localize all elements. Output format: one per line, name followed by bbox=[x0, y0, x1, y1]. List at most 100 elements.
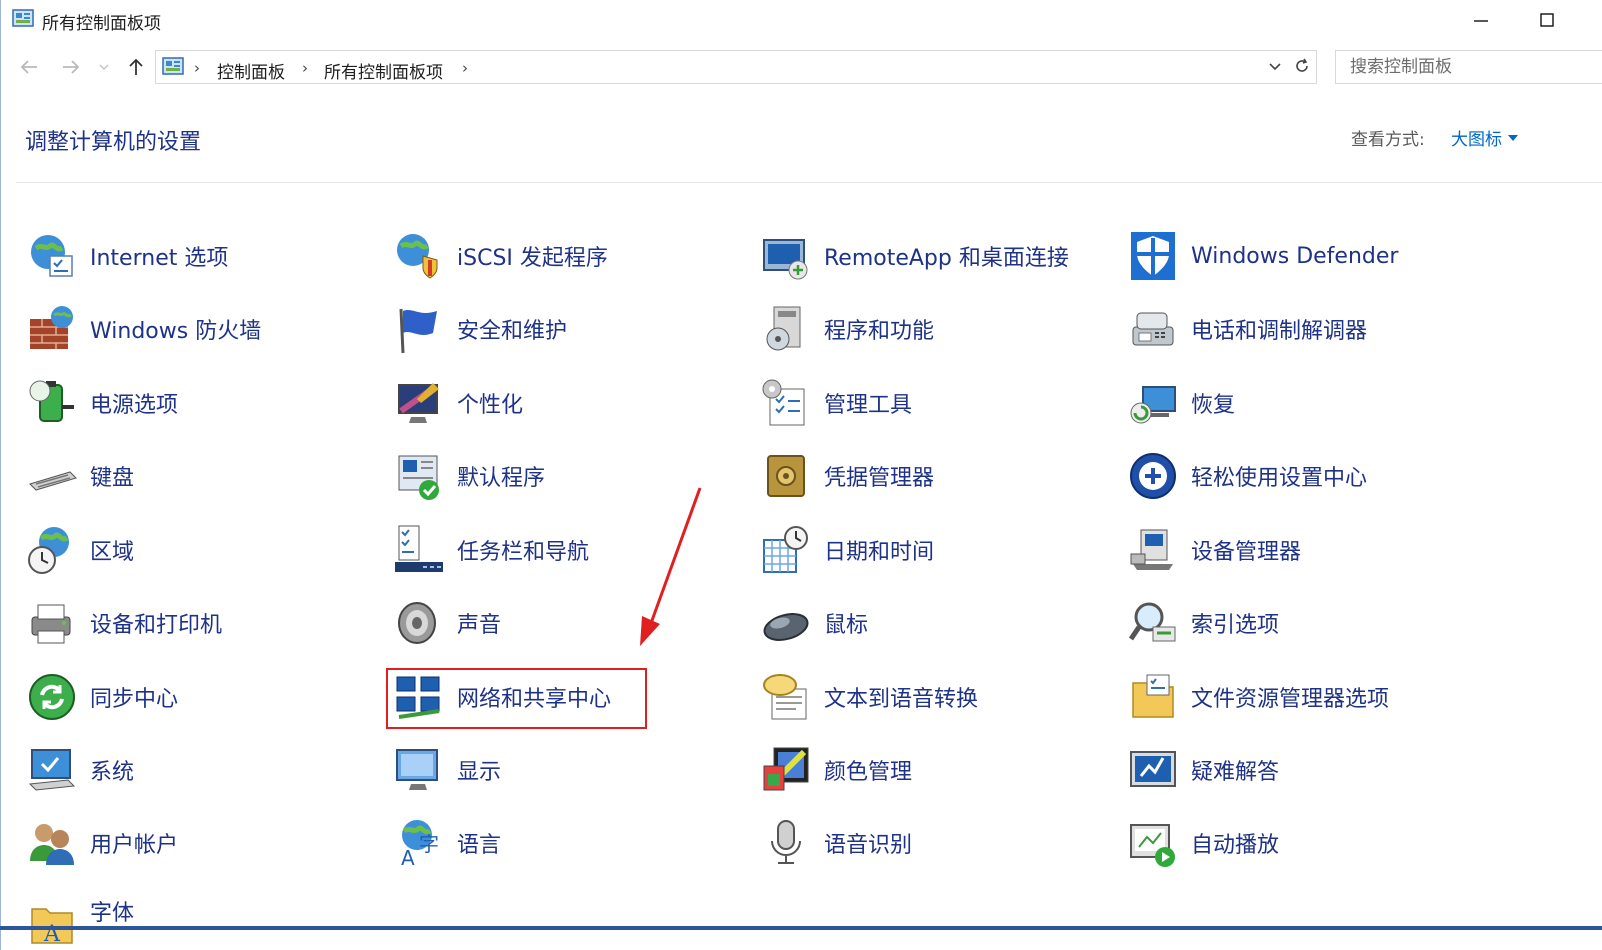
search-input[interactable] bbox=[1348, 56, 1592, 78]
cp-item-region[interactable]: 区域 bbox=[26, 518, 134, 582]
item-label[interactable]: 设备管理器 bbox=[1191, 534, 1301, 566]
item-label[interactable]: 程序和功能 bbox=[824, 313, 934, 345]
phone-modem-icon bbox=[1127, 303, 1179, 355]
item-label[interactable]: Windows 防火墙 bbox=[90, 313, 261, 345]
cp-item-devices-printers[interactable]: 设备和打印机 bbox=[26, 591, 222, 655]
cp-item-text-to-speech[interactable]: 文本到语音转换 bbox=[760, 665, 978, 729]
item-label[interactable]: 日期和时间 bbox=[824, 534, 934, 566]
item-label[interactable]: 鼠标 bbox=[824, 607, 868, 639]
item-label[interactable]: 颜色管理 bbox=[824, 754, 912, 786]
display-icon bbox=[393, 744, 445, 796]
cp-item-security-maintenance-flag[interactable]: 安全和维护 bbox=[393, 297, 567, 361]
breadcrumb-separator[interactable]: › bbox=[462, 59, 468, 77]
breadcrumb-separator[interactable]: › bbox=[194, 59, 200, 77]
item-label[interactable]: RemoteApp 和桌面连接 bbox=[824, 240, 1069, 272]
cp-item-iscsi-initiator[interactable]: iSCSI 发起程序 bbox=[393, 224, 608, 288]
personalization-icon bbox=[393, 377, 445, 429]
cp-item-remoteapp[interactable]: RemoteApp 和桌面连接 bbox=[760, 224, 1069, 288]
item-label[interactable]: 索引选项 bbox=[1191, 607, 1279, 639]
item-label[interactable]: 文件资源管理器选项 bbox=[1191, 681, 1389, 713]
item-label[interactable]: 字体 bbox=[90, 895, 134, 927]
cp-item-sound[interactable]: 声音 bbox=[393, 591, 501, 655]
cp-item-display[interactable]: 显示 bbox=[393, 738, 501, 802]
item-label[interactable]: 语音识别 bbox=[824, 827, 912, 859]
cp-item-phone-modem[interactable]: 电话和调制解调器 bbox=[1127, 297, 1367, 361]
chevron-down-icon bbox=[1268, 62, 1282, 72]
cp-item-recovery[interactable]: 恢复 bbox=[1127, 371, 1235, 435]
item-label[interactable]: 个性化 bbox=[457, 387, 523, 419]
item-label[interactable]: Internet 选项 bbox=[90, 240, 228, 272]
minimize-button[interactable] bbox=[1458, 0, 1504, 40]
cp-item-user-accounts[interactable]: 用户帐户 bbox=[26, 811, 178, 875]
item-label[interactable]: 语言 bbox=[457, 827, 501, 859]
cp-item-admin-tools[interactable]: 管理工具 bbox=[760, 371, 912, 435]
speech-recognition-icon bbox=[760, 817, 812, 869]
item-label[interactable]: 同步中心 bbox=[90, 681, 178, 713]
view-by-label: 查看方式: bbox=[1351, 125, 1425, 150]
item-label[interactable]: 自动播放 bbox=[1191, 827, 1279, 859]
item-label[interactable]: 显示 bbox=[457, 754, 501, 786]
cp-item-internet-options[interactable]: Internet 选项 bbox=[26, 224, 228, 288]
item-label[interactable]: 轻松使用设置中心 bbox=[1191, 460, 1367, 492]
item-label[interactable]: 文本到语音转换 bbox=[824, 681, 978, 713]
item-label[interactable]: 凭据管理器 bbox=[824, 460, 934, 492]
cp-item-troubleshooting[interactable]: 疑难解答 bbox=[1127, 738, 1279, 802]
item-label[interactable]: 默认程序 bbox=[457, 460, 545, 492]
search-box[interactable] bbox=[1335, 50, 1602, 84]
item-label[interactable]: Windows Defender bbox=[1191, 244, 1398, 269]
cp-item-device-manager[interactable]: 设备管理器 bbox=[1127, 518, 1301, 582]
cp-item-indexing-options[interactable]: 索引选项 bbox=[1127, 591, 1279, 655]
cp-item-keyboard[interactable]: 键盘 bbox=[26, 444, 134, 508]
back-button[interactable] bbox=[14, 52, 44, 82]
recent-locations-button[interactable] bbox=[92, 52, 116, 82]
address-bar[interactable]: › 控制面板 › 所有控制面板项 › bbox=[155, 50, 1317, 84]
cp-item-file-explorer-options[interactable]: 文件资源管理器选项 bbox=[1127, 665, 1389, 729]
cp-item-sync-center[interactable]: 同步中心 bbox=[26, 665, 178, 729]
breadcrumb-all-items[interactable]: 所有控制面板项 bbox=[324, 58, 443, 83]
item-label[interactable]: 任务栏和导航 bbox=[457, 534, 589, 566]
keyboard-icon bbox=[26, 450, 78, 502]
programs-features-icon bbox=[760, 303, 812, 355]
item-label[interactable]: 用户帐户 bbox=[90, 827, 178, 859]
cp-item-date-time[interactable]: 日期和时间 bbox=[760, 518, 934, 582]
item-label[interactable]: 管理工具 bbox=[824, 387, 912, 419]
item-label[interactable]: iSCSI 发起程序 bbox=[457, 240, 608, 272]
item-label[interactable]: 区域 bbox=[90, 534, 134, 566]
view-by-value[interactable]: 大图标 bbox=[1451, 125, 1502, 150]
item-label[interactable]: 电话和调制解调器 bbox=[1191, 313, 1367, 345]
cp-item-firewall[interactable]: Windows 防火墙 bbox=[26, 297, 261, 361]
cp-item-default-programs[interactable]: 默认程序 bbox=[393, 444, 545, 508]
item-label[interactable]: 系统 bbox=[90, 754, 134, 786]
cp-item-speech-recognition[interactable]: 语音识别 bbox=[760, 811, 912, 875]
cp-item-windows-defender[interactable]: Windows Defender bbox=[1127, 224, 1398, 288]
item-label[interactable]: 设备和打印机 bbox=[90, 607, 222, 639]
breadcrumb-control-panel[interactable]: 控制面板 bbox=[217, 58, 285, 83]
item-label[interactable]: 键盘 bbox=[90, 460, 134, 492]
cp-item-power-options[interactable]: 电源选项 bbox=[26, 371, 178, 435]
item-label[interactable]: 电源选项 bbox=[90, 387, 178, 419]
cp-item-personalization[interactable]: 个性化 bbox=[393, 371, 523, 435]
item-label[interactable]: 恢复 bbox=[1191, 387, 1235, 419]
cp-item-system[interactable]: 系统 bbox=[26, 738, 134, 802]
item-label[interactable]: 疑难解答 bbox=[1191, 754, 1279, 786]
breadcrumb-separator[interactable]: › bbox=[302, 59, 308, 77]
cp-item-mouse[interactable]: 鼠标 bbox=[760, 591, 868, 655]
refresh-button[interactable] bbox=[1289, 54, 1315, 80]
cp-item-ease-of-access[interactable]: 轻松使用设置中心 bbox=[1127, 444, 1367, 508]
forward-button[interactable] bbox=[56, 52, 86, 82]
item-label[interactable]: 安全和维护 bbox=[457, 313, 567, 345]
cp-item-language[interactable]: A字语言 bbox=[393, 811, 501, 875]
cp-item-credential-manager[interactable]: 凭据管理器 bbox=[760, 444, 934, 508]
view-by-dropdown[interactable]: 大图标 bbox=[1451, 125, 1518, 150]
indexing-options-icon bbox=[1127, 597, 1179, 649]
up-button[interactable] bbox=[121, 52, 151, 82]
device-manager-icon bbox=[1127, 524, 1179, 576]
cp-item-fonts[interactable]: A字体 bbox=[26, 885, 134, 945]
address-history-dropdown[interactable] bbox=[1263, 54, 1287, 80]
item-label[interactable]: 声音 bbox=[457, 607, 501, 639]
cp-item-autoplay[interactable]: 自动播放 bbox=[1127, 811, 1279, 875]
cp-item-color-management[interactable]: 颜色管理 bbox=[760, 738, 912, 802]
cp-item-programs-features[interactable]: 程序和功能 bbox=[760, 297, 934, 361]
maximize-button[interactable] bbox=[1524, 0, 1570, 40]
cp-item-taskbar-navigation[interactable]: 任务栏和导航 bbox=[393, 518, 589, 582]
